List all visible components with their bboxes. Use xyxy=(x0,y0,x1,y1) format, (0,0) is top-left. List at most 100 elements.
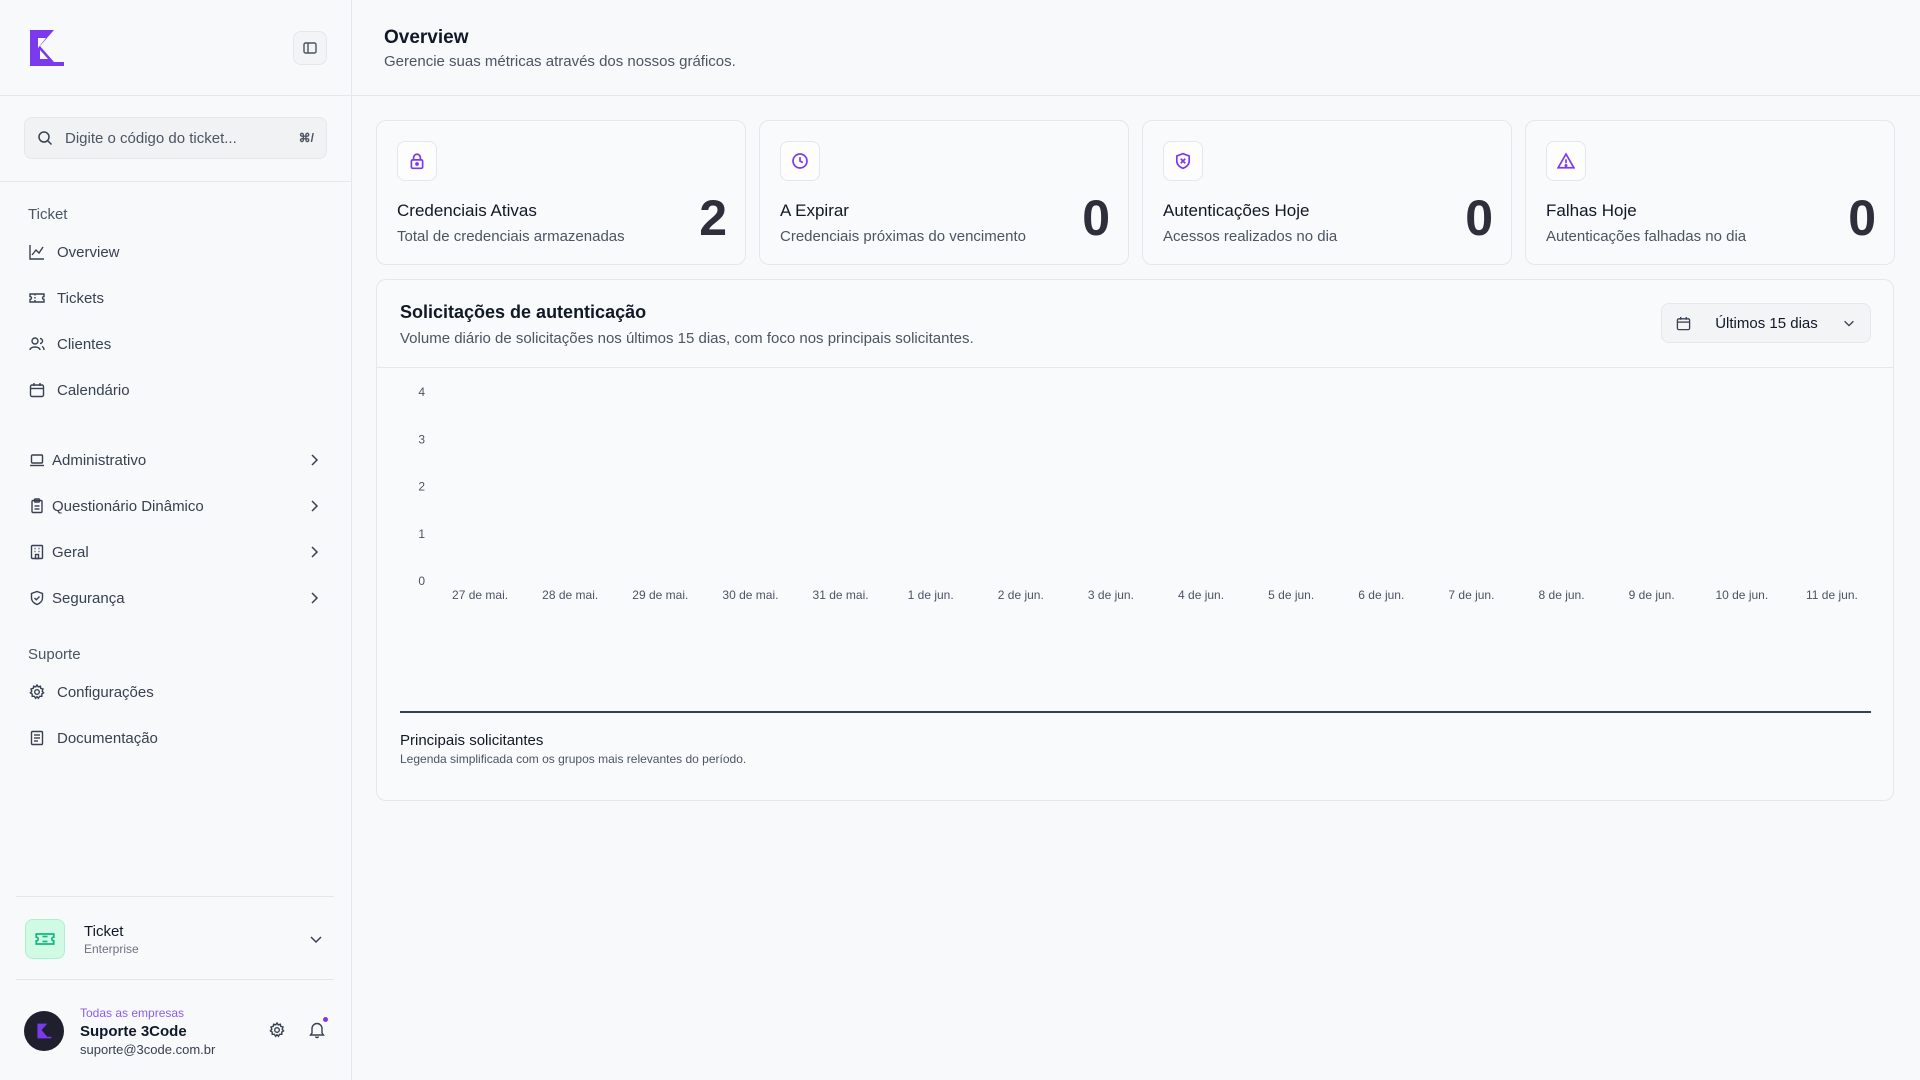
avatar[interactable] xyxy=(24,1011,64,1051)
sidebar-item-calendario[interactable]: Calendário xyxy=(26,370,326,410)
ticket-search-input[interactable]: Digite o código do ticket... ⌘/ xyxy=(24,117,327,159)
sidebar-item-questionario[interactable]: Questionário Dinâmico xyxy=(28,486,322,526)
sidebar-item-label: Questionário Dinâmico xyxy=(52,497,204,515)
x-tick-label: 9 de jun. xyxy=(1629,588,1675,602)
sidebar-item-configuracoes[interactable]: Configurações xyxy=(26,672,326,712)
chart-card-title: Solicitações de autenticação xyxy=(400,302,647,322)
calendar-icon xyxy=(26,382,48,398)
kpi-description: Credenciais próximas do vencimento xyxy=(780,228,1026,245)
chevron-right-icon xyxy=(311,454,319,466)
sidebar-item-clientes[interactable]: Clientes xyxy=(26,324,326,364)
main-content: Overview Gerencie suas métricas através … xyxy=(352,0,1920,1080)
chart-divider xyxy=(400,711,1871,713)
sidebar-header xyxy=(0,0,351,96)
sidebar-item-label: Geral xyxy=(52,543,89,561)
ticket-icon xyxy=(25,919,65,959)
nav-group-ticket-label: Ticket xyxy=(28,206,68,223)
x-tick-label: 30 de mai. xyxy=(722,588,778,602)
kpi-title: Autenticações Hoje xyxy=(1163,201,1310,220)
brand-logo[interactable] xyxy=(26,26,66,70)
chevron-down-icon xyxy=(310,936,322,944)
sidebar-panel-icon xyxy=(303,42,317,54)
clock-icon xyxy=(780,141,820,181)
kpi-description: Autenticações falhadas no dia xyxy=(1546,228,1747,245)
sidebar-item-geral[interactable]: Geral xyxy=(28,532,322,572)
kpi-card-a-expirar: A Expirar Credenciais próximas do vencim… xyxy=(759,120,1129,265)
chevron-right-icon xyxy=(311,546,319,558)
y-tick-label: 1 xyxy=(418,527,425,541)
kpi-title: Credenciais Ativas xyxy=(397,201,537,220)
sidebar-item-administrativo[interactable]: Administrativo xyxy=(28,440,322,480)
sidebar-item-label: Administrativo xyxy=(52,451,147,469)
users-icon xyxy=(26,336,48,352)
kpi-value: 0 xyxy=(1082,190,1110,246)
kpi-title: Falhas Hoje xyxy=(1546,201,1637,220)
sidebar-item-label: Overview xyxy=(57,243,120,261)
x-tick-label: 8 de jun. xyxy=(1539,588,1585,602)
x-tick-label: 10 de jun. xyxy=(1715,588,1768,602)
line-chart-icon xyxy=(26,244,48,260)
lock-icon xyxy=(397,141,437,181)
sidebar-item-tickets[interactable]: Tickets xyxy=(26,278,326,318)
x-tick-label: 27 de mai. xyxy=(452,588,508,602)
ticket-icon xyxy=(26,290,48,306)
kpi-value: 0 xyxy=(1848,190,1876,246)
x-tick-label: 11 de jun. xyxy=(1806,588,1858,602)
auth-requests-bar-chart: 0 1 2 3 4 27 de mai. 28 de mai. 29 de mai. 30 de… xyxy=(418,385,1858,602)
user-company-scope[interactable]: Todas as empresas xyxy=(80,1006,184,1020)
chevron-right-icon xyxy=(311,500,319,512)
x-tick-label: 4 de jun. xyxy=(1178,588,1224,602)
kpi-title: A Expirar xyxy=(780,201,849,220)
nav-group-suporte-label: Suporte xyxy=(28,646,81,663)
sidebar-item-label: Tickets xyxy=(57,289,104,307)
x-tick-label: 6 de jun. xyxy=(1358,588,1404,602)
brand-logo-icon xyxy=(37,1023,52,1039)
user-email: suporte@3code.com.br xyxy=(80,1042,216,1057)
building-icon xyxy=(28,544,46,560)
auth-requests-chart-card: Solicitações de autenticação Volume diár… xyxy=(376,279,1894,801)
legend-title: Principais solicitantes xyxy=(400,732,544,749)
sidebar-item-seguranca[interactable]: Segurança xyxy=(28,578,322,618)
notification-dot xyxy=(323,1017,328,1022)
y-tick-label: 0 xyxy=(418,574,425,588)
search-icon xyxy=(38,131,53,146)
laptop-icon xyxy=(28,452,46,468)
page-title: Overview xyxy=(384,27,469,48)
chart-card-subtitle: Volume diário de solicitações nos último… xyxy=(400,330,974,347)
sidebar-item-overview[interactable]: Overview xyxy=(26,232,326,272)
x-tick-label: 7 de jun. xyxy=(1448,588,1494,602)
calendar-icon xyxy=(1676,316,1691,330)
org-name: Ticket xyxy=(84,923,124,940)
x-tick-label: 28 de mai. xyxy=(542,588,598,602)
sidebar-item-documentacao[interactable]: Documentação xyxy=(26,718,326,758)
clipboard-icon xyxy=(28,498,46,514)
chevron-down-icon xyxy=(1844,320,1854,327)
sidebar-item-label: Documentação xyxy=(57,729,158,747)
y-tick-label: 3 xyxy=(418,432,425,446)
kpi-card-credenciais-ativas: Credenciais Ativas Total de credenciais … xyxy=(376,120,746,265)
y-tick-label: 2 xyxy=(418,480,425,494)
chevron-right-icon xyxy=(311,592,319,604)
sidebar-item-label: Calendário xyxy=(57,381,130,399)
y-tick-label: 4 xyxy=(418,385,425,399)
chart-card-header: Solicitações de autenticação Volume diár… xyxy=(377,280,1893,368)
sidebar-item-label: Segurança xyxy=(52,589,125,607)
sidebar-item-label: Configurações xyxy=(57,683,154,701)
user-name: Suporte 3Code xyxy=(80,1023,187,1040)
sidebar-item-label: Clientes xyxy=(57,335,112,353)
page-subtitle: Gerencie suas métricas através dos nosso… xyxy=(384,53,736,70)
x-tick-label: 29 de mai. xyxy=(632,588,688,602)
x-tick-label: 5 de jun. xyxy=(1268,588,1314,602)
settings-gear-icon[interactable] xyxy=(269,1022,285,1038)
org-switcher[interactable]: Ticket Enterprise xyxy=(16,896,334,980)
kpi-card-falhas-hoje: Falhas Hoje Autenticações falhadas no di… xyxy=(1525,120,1895,265)
bell-icon[interactable] xyxy=(309,1021,325,1039)
kpi-card-autenticacoes-hoje: Autenticações Hoje Acessos realizados no… xyxy=(1142,120,1512,265)
shield-icon xyxy=(28,590,46,606)
date-range-value: Últimos 15 dias xyxy=(1715,314,1818,332)
warning-icon xyxy=(1546,141,1586,181)
date-range-select[interactable]: Últimos 15 dias xyxy=(1661,303,1871,343)
kpi-description: Total de credenciais armazenadas xyxy=(397,228,625,245)
gear-icon xyxy=(26,684,48,700)
sidebar-toggle-button[interactable] xyxy=(293,31,327,65)
